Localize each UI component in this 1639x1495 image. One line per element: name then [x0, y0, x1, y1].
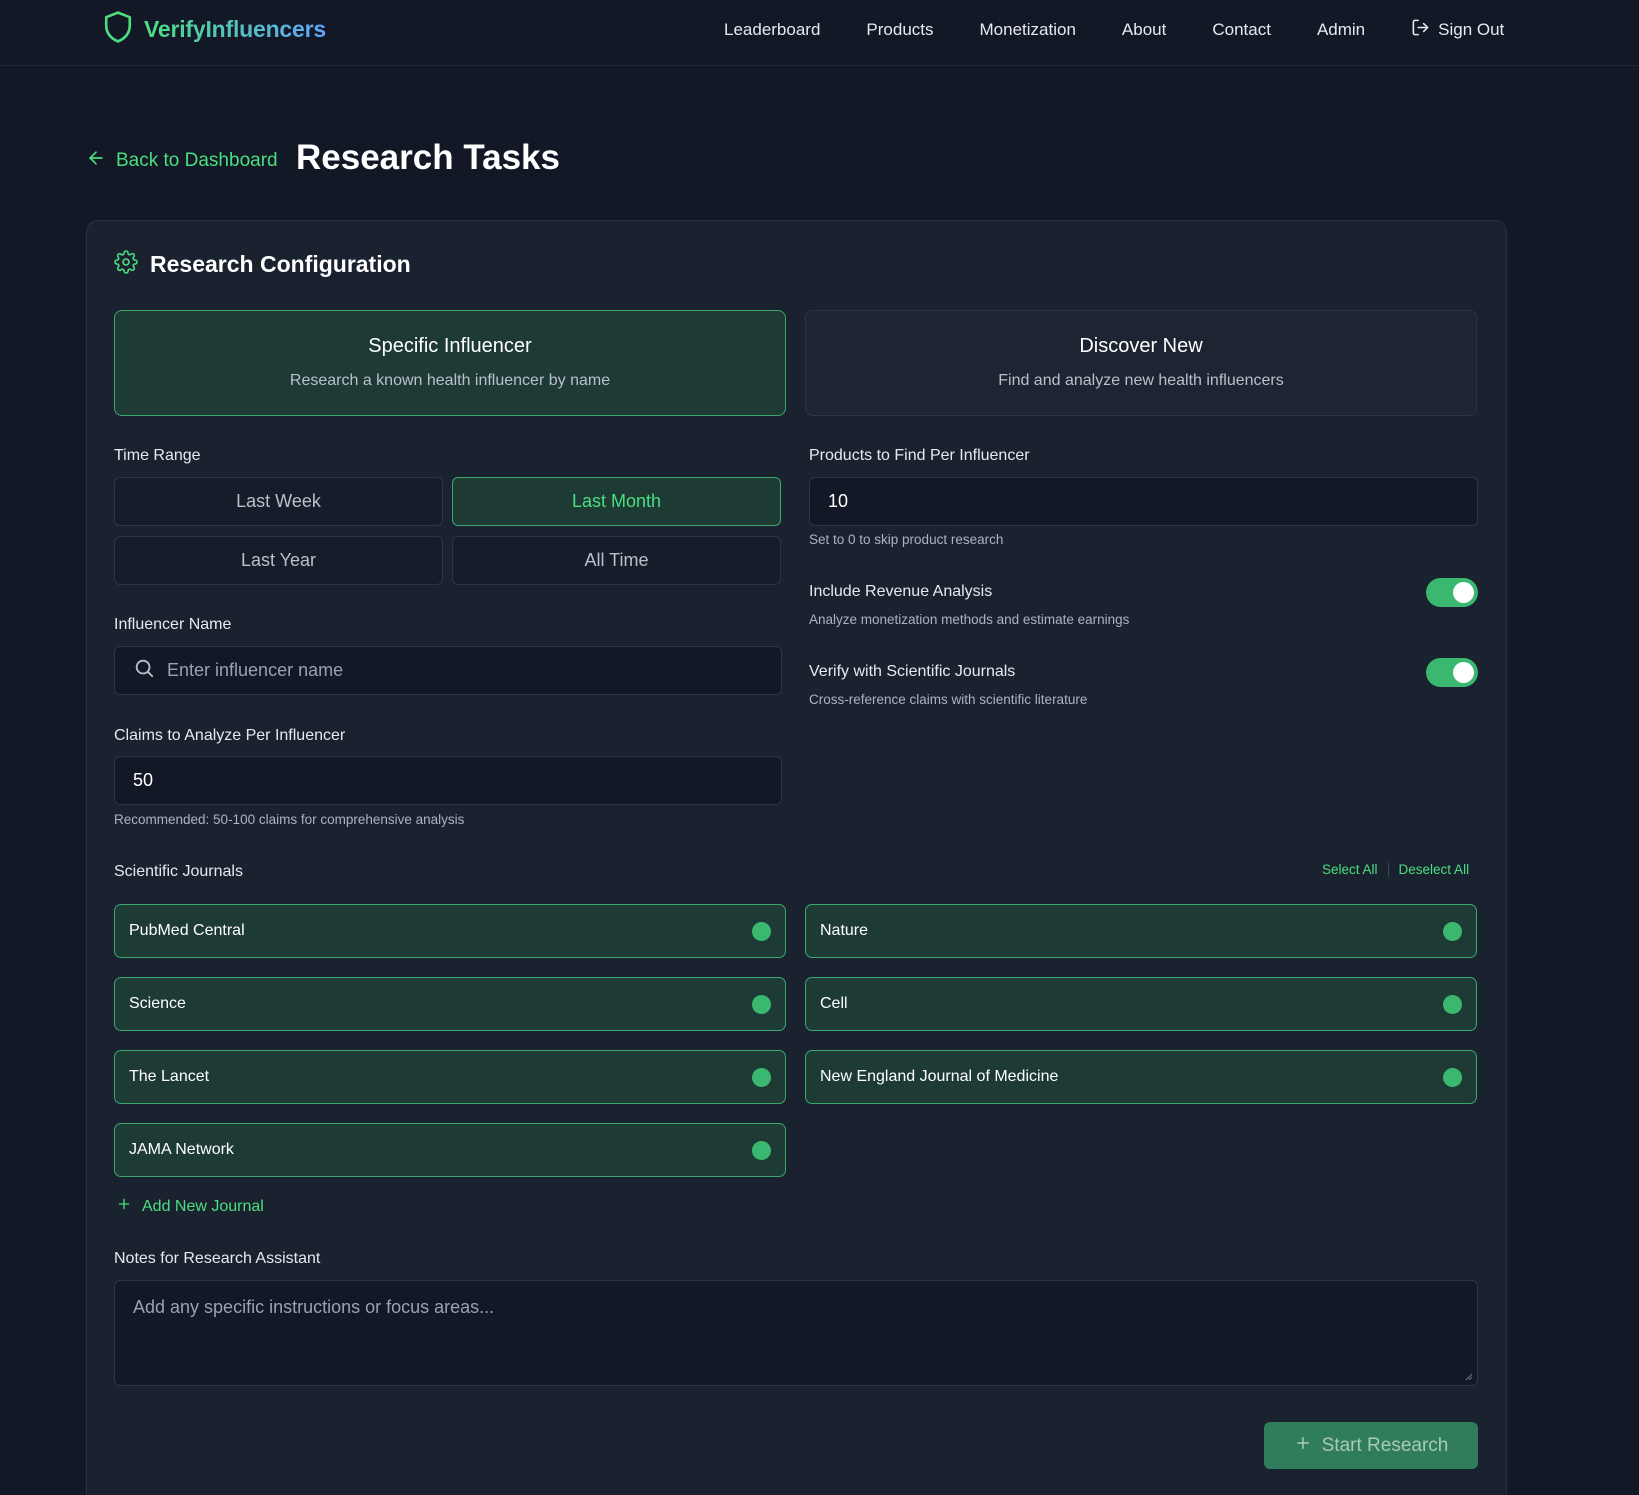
verify-journals-label: Verify with Scientific Journals [809, 663, 1016, 680]
claims-per-influencer-input[interactable]: 50 [114, 756, 782, 805]
nav-products[interactable]: Products [866, 20, 933, 40]
journal-nature[interactable]: Nature [805, 904, 1477, 958]
search-icon [133, 657, 167, 684]
time-range-last-month[interactable]: Last Month [452, 477, 781, 526]
selected-indicator [752, 1068, 771, 1087]
back-to-dashboard-link[interactable]: Back to Dashboard [86, 148, 278, 174]
journals-label: Scientific Journals [114, 863, 243, 880]
verify-journals-desc: Cross-reference claims with scientific l… [809, 692, 1088, 707]
claims-value: 50 [133, 770, 154, 790]
nav-links: Leaderboard Products Monetization About … [724, 18, 1504, 42]
products-hint: Set to 0 to skip product research [809, 532, 1004, 547]
influencer-name-placeholder: Enter influencer name [167, 660, 344, 680]
nav-monetization[interactable]: Monetization [980, 20, 1076, 40]
selected-indicator [1443, 1068, 1462, 1087]
divider [1387, 862, 1389, 877]
nav-about[interactable]: About [1122, 20, 1166, 40]
time-range-all-time[interactable]: All Time [452, 536, 781, 585]
journal-name: Nature [820, 922, 869, 939]
journal-name: JAMA Network [129, 1141, 234, 1158]
deselect-all-link[interactable]: Deselect All [1399, 862, 1470, 877]
revenue-analysis-desc: Analyze monetization methods and estimat… [809, 612, 1130, 627]
toggle-knob [1453, 582, 1474, 603]
journal-science[interactable]: Science [114, 977, 786, 1031]
mode-discover-new[interactable]: Discover New Find and analyze new health… [805, 310, 1477, 416]
select-all-link[interactable]: Select All [1322, 862, 1378, 877]
journal-name: The Lancet [129, 1068, 210, 1085]
journal-the-lancet[interactable]: The Lancet [114, 1050, 786, 1104]
resize-grip-icon[interactable] [1463, 1371, 1473, 1381]
products-value: 10 [828, 491, 849, 511]
mode-desc: Find and analyze new health influencers [998, 372, 1284, 389]
sign-out-label: Sign Out [1438, 20, 1505, 39]
journal-pubmed-central[interactable]: PubMed Central [114, 904, 786, 958]
selected-indicator [752, 922, 771, 941]
nav-contact[interactable]: Contact [1212, 20, 1271, 40]
products-per-influencer-input[interactable]: 10 [809, 477, 1478, 526]
start-research-button[interactable]: Start Research [1264, 1422, 1478, 1469]
notes-textarea[interactable]: Add any specific instructions or focus a… [114, 1280, 1478, 1386]
mode-specific-influencer[interactable]: Specific Influencer Research a known hea… [114, 310, 786, 416]
time-range-last-year[interactable]: Last Year [114, 536, 443, 585]
brand[interactable]: VerifyInfluencers [102, 10, 326, 49]
top-nav: VerifyInfluencers Leaderboard Products M… [0, 0, 1639, 66]
plus-icon [1294, 1434, 1312, 1458]
journal-name: Science [129, 995, 186, 1012]
influencer-name-label: Influencer Name [114, 616, 232, 633]
journal-jama-network[interactable]: JAMA Network [114, 1123, 786, 1177]
add-journal-label: Add New Journal [142, 1197, 264, 1215]
section-header: Research Configuration [114, 250, 411, 279]
plus-icon [116, 1196, 132, 1217]
sign-out-icon [1411, 18, 1430, 42]
nav-leaderboard[interactable]: Leaderboard [724, 20, 820, 40]
arrow-left-icon [86, 148, 106, 174]
selected-indicator [752, 1141, 771, 1160]
verify-journals-toggle[interactable] [1426, 658, 1478, 687]
journal-name: PubMed Central [129, 922, 245, 939]
journal-name: New England Journal of Medicine [820, 1068, 1059, 1085]
influencer-name-input[interactable]: Enter influencer name [114, 646, 782, 695]
selected-indicator [752, 995, 771, 1014]
shield-icon [102, 10, 134, 49]
time-range-label: Time Range [114, 447, 201, 464]
nav-admin[interactable]: Admin [1317, 20, 1365, 40]
brand-name: VerifyInfluencers [144, 16, 326, 42]
mode-title: Discover New [1079, 335, 1203, 357]
revenue-analysis-label: Include Revenue Analysis [809, 583, 993, 600]
journal-selection-links: Select All Deselect All [1322, 862, 1469, 877]
time-range-last-week[interactable]: Last Week [114, 477, 443, 526]
products-label: Products to Find Per Influencer [809, 447, 1030, 464]
page-title: Research Tasks [296, 138, 560, 177]
mode-title: Specific Influencer [368, 335, 532, 357]
selected-indicator [1443, 995, 1462, 1014]
notes-placeholder: Add any specific instructions or focus a… [133, 1297, 495, 1317]
journal-name: Cell [820, 995, 848, 1012]
claims-label: Claims to Analyze Per Influencer [114, 727, 346, 744]
gear-icon [114, 250, 138, 279]
back-label: Back to Dashboard [116, 150, 278, 171]
journal-nejm[interactable]: New England Journal of Medicine [805, 1050, 1477, 1104]
add-new-journal-button[interactable]: Add New Journal [116, 1196, 264, 1217]
claims-hint: Recommended: 50-100 claims for comprehen… [114, 812, 465, 827]
toggle-knob [1453, 662, 1474, 683]
mode-desc: Research a known health influencer by na… [289, 372, 611, 389]
sign-out-button[interactable]: Sign Out [1411, 18, 1504, 42]
section-title: Research Configuration [150, 251, 411, 277]
notes-label: Notes for Research Assistant [114, 1250, 321, 1267]
journal-cell[interactable]: Cell [805, 977, 1477, 1031]
revenue-analysis-toggle[interactable] [1426, 578, 1478, 607]
selected-indicator [1443, 922, 1462, 941]
start-research-label: Start Research [1321, 1434, 1449, 1456]
